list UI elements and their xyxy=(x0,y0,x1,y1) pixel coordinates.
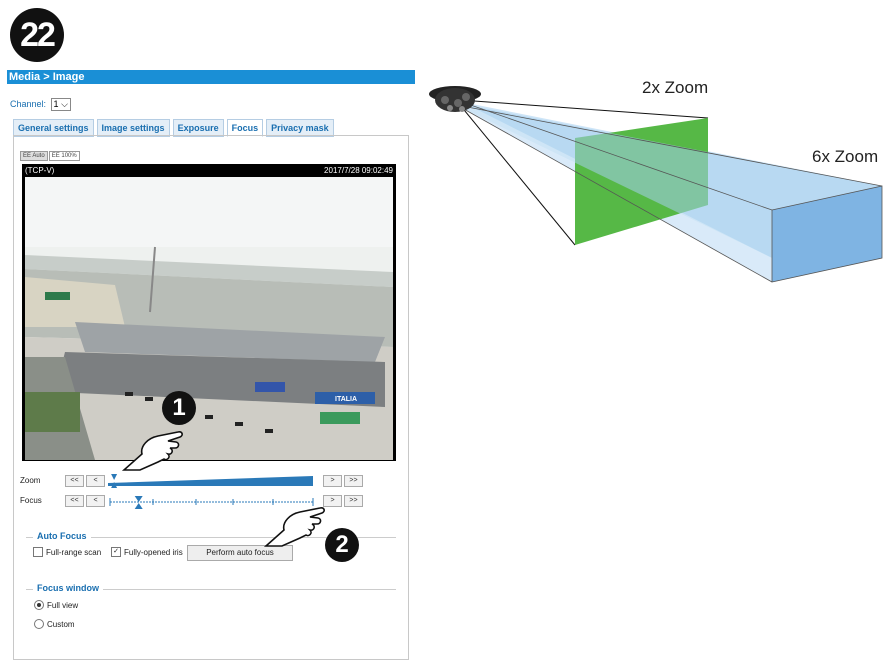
chevron-down-icon: ⌵ xyxy=(61,99,68,109)
zoom-wide-fast-button[interactable]: << xyxy=(65,475,84,487)
live-video-scene[interactable]: ITALIA xyxy=(25,177,393,460)
zoom-field-of-view-diagram: 2x Zoom 6x Zoom xyxy=(429,78,883,283)
pointing-hand-icon xyxy=(263,507,325,547)
full-view-label: Full view xyxy=(47,600,79,610)
full-view-radio[interactable] xyxy=(34,600,44,610)
callout-badge-2: 2 xyxy=(325,528,359,562)
zoom-6x-label: 6x Zoom xyxy=(812,147,878,166)
camera-label: (TCP-V) xyxy=(25,166,55,175)
aspect-button-100[interactable]: EE 100% xyxy=(48,151,80,161)
focus-window-title: Focus window xyxy=(33,583,103,593)
aspect-buttons: EE Auto EE 100% xyxy=(20,151,80,161)
channel-select[interactable]: 1 ⌵ xyxy=(50,98,71,111)
zoom-tele-button[interactable]: > xyxy=(323,475,342,487)
step-number-badge: 22 xyxy=(10,8,64,62)
channel-selector: Channel: 1 ⌵ xyxy=(10,98,71,111)
breadcrumb: Media > Image xyxy=(7,70,415,84)
timestamp: 2017/7/28 09:02:49 xyxy=(324,166,393,175)
zoom-label: Zoom xyxy=(20,476,41,485)
custom-radio[interactable] xyxy=(34,619,44,629)
fully-opened-iris-option[interactable]: ✓ Fully-opened iris xyxy=(111,547,183,557)
custom-label: Custom xyxy=(47,619,75,629)
auto-focus-title: Auto Focus xyxy=(33,531,91,541)
aspect-button-auto[interactable]: EE Auto xyxy=(20,151,48,161)
callout-badge-1: 1 xyxy=(162,391,196,425)
full-range-scan-checkbox[interactable] xyxy=(33,547,43,557)
fully-opened-iris-label: Fully-opened iris xyxy=(124,547,183,557)
zoom-2x-label: 2x Zoom xyxy=(642,78,708,97)
focus-label: Focus xyxy=(20,496,42,505)
focus-window-full-view[interactable]: Full view xyxy=(34,600,78,610)
focus-far-fast-button[interactable]: >> xyxy=(344,495,363,507)
channel-value: 1 xyxy=(53,99,59,109)
pointing-hand-icon xyxy=(121,431,183,471)
viewer-status-bar: (TCP-V) 2017/7/28 09:02:49 xyxy=(22,164,396,177)
fully-opened-iris-checkbox[interactable]: ✓ xyxy=(111,547,121,557)
truck-text: ITALIA xyxy=(335,396,357,403)
full-range-scan-label: Full-range scan xyxy=(46,547,102,557)
full-range-scan-option[interactable]: Full-range scan xyxy=(33,547,101,557)
zoom-wide-button[interactable]: < xyxy=(86,475,105,487)
channel-label: Channel: xyxy=(10,99,47,109)
zoom-slider[interactable] xyxy=(108,474,318,488)
focus-window-custom[interactable]: Custom xyxy=(34,619,75,629)
focus-near-button[interactable]: < xyxy=(86,495,105,507)
focus-near-fast-button[interactable]: << xyxy=(65,495,84,507)
zoom-tele-fast-button[interactable]: >> xyxy=(344,475,363,487)
